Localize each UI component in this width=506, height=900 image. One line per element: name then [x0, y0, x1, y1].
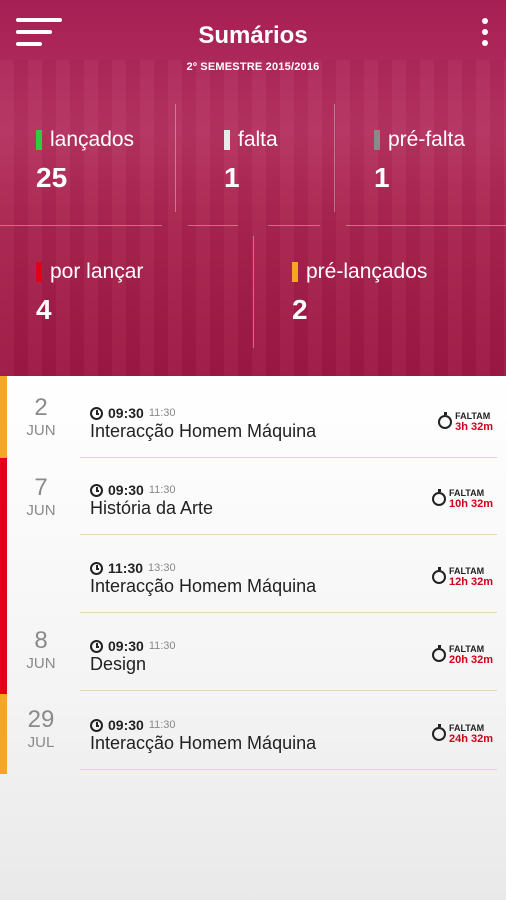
stat-por-lancar[interactable]: por lançar 4: [36, 260, 143, 326]
stat-value: 1: [224, 162, 240, 193]
clock-icon: [90, 639, 103, 653]
lesson-subject: Interacção Homem Máquina: [90, 733, 317, 753]
stopwatch-icon: [431, 489, 446, 506]
lesson-list: 2 JUN 7 JUN 8 JUN 29 JUL 09:30 11:30 Interacç…: [0, 376, 506, 900]
lesson-item[interactable]: 09:30 11:30 História da Arte FALTAM 10h 32…: [80, 458, 497, 535]
stat-value: 2: [292, 294, 308, 325]
more-vertical-icon[interactable]: [480, 18, 490, 48]
lesson-item[interactable]: 09:30 11:30 Interacção Homem Máquina FALT…: [80, 381, 497, 458]
clock-icon: [90, 561, 103, 575]
lesson-item[interactable]: 11:30 13:30 Interacção Homem Máquina FALT…: [80, 536, 497, 613]
lesson-subject: Interacção Homem Máquina: [90, 576, 317, 596]
divider: [253, 236, 254, 348]
stat-color-bar: [36, 262, 42, 282]
stat-label: falta: [238, 128, 278, 151]
divider: [80, 612, 497, 613]
divider: [346, 225, 506, 226]
status-strip: [0, 376, 7, 458]
stat-color-bar: [224, 130, 230, 150]
stat-label: por lançar: [50, 260, 144, 283]
clock-icon: [90, 483, 103, 497]
date-label: 7 JUN: [26, 474, 56, 520]
lesson-subject: História da Arte: [90, 498, 214, 518]
stat-value: 4: [36, 294, 52, 325]
stat-label: pré-lançados: [306, 260, 428, 283]
stat-lancados[interactable]: lançados 25: [36, 128, 134, 194]
divider: [80, 769, 497, 770]
stat-color-bar: [374, 130, 380, 150]
lesson-item[interactable]: 09:30 11:30 Interacção Homem Máquina FALT…: [80, 693, 497, 770]
stopwatch-icon: [438, 412, 453, 429]
stopwatch-icon: [431, 645, 446, 662]
status-strip: [0, 694, 7, 774]
stopwatch-icon: [431, 567, 446, 584]
divider: [268, 225, 320, 226]
lesson-subject: Interacção Homem Máquina: [90, 421, 317, 441]
stat-falta[interactable]: falta 1: [224, 128, 278, 194]
stat-value: 1: [374, 162, 390, 193]
semester-subtitle: 2º SEMESTRE 2015/2016: [186, 61, 320, 73]
divider: [175, 104, 176, 212]
stat-value: 25: [36, 162, 68, 193]
date-label: 8 JUN: [26, 627, 56, 673]
page-title: Sumários: [198, 22, 308, 49]
stat-color-bar: [292, 262, 298, 282]
stat-pre-falta[interactable]: pré-falta 1: [374, 128, 465, 194]
divider: [188, 225, 238, 226]
stat-pre-lancados[interactable]: pré-lançados 2: [292, 260, 427, 326]
divider: [80, 534, 497, 535]
summary-header: Sumários 2º SEMESTRE 2015/2016 lançados …: [0, 0, 506, 376]
clock-icon: [90, 718, 103, 732]
stopwatch-icon: [431, 724, 446, 741]
date-label: 29 JUL: [27, 706, 55, 752]
date-label: 2 JUN: [26, 394, 56, 440]
stat-label: lançados: [50, 128, 135, 151]
divider: [334, 104, 335, 212]
clock-icon: [90, 406, 103, 420]
divider: [80, 690, 497, 691]
stat-color-bar: [36, 130, 42, 150]
lesson-subject: Design: [90, 654, 147, 674]
stat-label: pré-falta: [388, 128, 466, 151]
divider: [0, 225, 162, 226]
lesson-item[interactable]: 09:30 11:30 Design FALTAM 20h 32m: [80, 614, 497, 691]
